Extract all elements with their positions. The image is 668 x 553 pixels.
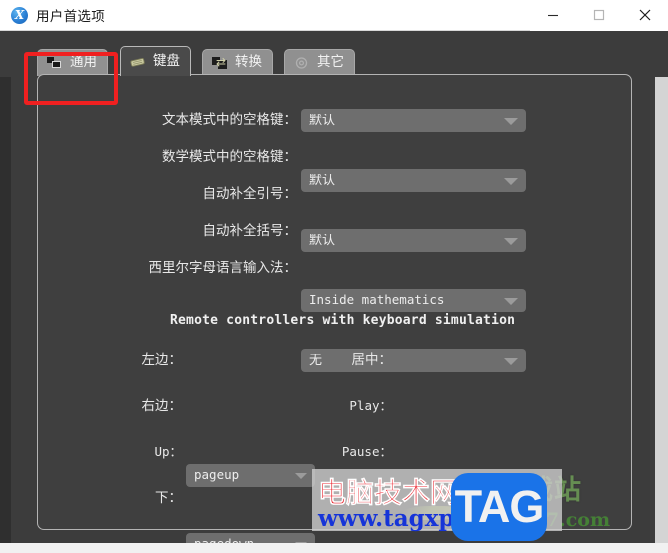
tab-general[interactable]: 通用 [37, 49, 108, 76]
combo-left-key[interactable]: pageup [186, 464, 315, 487]
label-left-key: 左边： [141, 351, 183, 368]
settings-form: 文本模式中的空格键： 默认 数学模式中的空格键： 默认 自动补全引号： 默认 自… [38, 75, 633, 553]
row-up-key: Up： [100, 441, 182, 464]
row-play-key: Play： [306, 395, 392, 418]
row-auto-close-brackets: 自动补全括号： [38, 220, 298, 243]
combo-text-mode-space[interactable]: 默认 [301, 109, 526, 132]
label-cyrillic-input: 西里尔字母语言输入法： [148, 259, 298, 276]
tab-bar: 通用 键盘 ⇄ 转换 其它 [0, 31, 668, 77]
chevron-down-icon [504, 117, 518, 125]
gear-icon [294, 56, 310, 70]
convert-icon: ⇄ [212, 56, 228, 70]
label-center-key: 居中： [351, 351, 393, 368]
right-edge-strip [655, 31, 668, 553]
window-title: 用户首选项 [36, 9, 105, 25]
display-icon [47, 56, 63, 70]
keyboard-settings-panel: 文本模式中的空格键： 默认 数学模式中的空格键： 默认 自动补全引号： 默认 自… [37, 74, 633, 553]
bottom-edge-strip [0, 543, 668, 553]
combo-auto-close-quotes[interactable]: 默认 [301, 229, 526, 252]
label-auto-close-quotes: 自动补全引号： [202, 185, 298, 202]
chevron-down-icon [504, 237, 518, 245]
chevron-down-icon [504, 177, 518, 185]
chi-logo-glyph: X [14, 7, 25, 22]
close-button[interactable] [622, 0, 668, 31]
row-pause-key: Pause： [306, 441, 392, 464]
label-play-key: Play： [349, 398, 392, 414]
chi-logo-icon: X [11, 6, 28, 24]
tab-convert-label: 转换 [235, 54, 262, 71]
tab-other[interactable]: 其它 [284, 49, 355, 76]
combo-math-mode-space[interactable]: 默认 [301, 169, 526, 192]
row-down-key: 下： [100, 487, 182, 510]
label-right-key: 右边： [141, 397, 183, 414]
window-controls [530, 0, 668, 31]
tab-keyboard[interactable]: 键盘 [120, 46, 191, 76]
label-math-mode-space: 数学模式中的空格键： [162, 148, 297, 165]
row-cyrillic-input: 西里尔字母语言输入法： [38, 257, 298, 280]
label-down-key: 下： [155, 489, 182, 506]
maximize-button[interactable] [576, 0, 622, 31]
row-right-key: 右边： [100, 395, 183, 418]
left-edge-strip [0, 31, 11, 553]
label-pause-key: Pause： [341, 444, 392, 460]
row-text-mode-space: 文本模式中的空格键： [38, 109, 297, 132]
tab-keyboard-label: 键盘 [153, 52, 180, 69]
combo-auto-close-brackets[interactable]: Inside mathematics [301, 289, 526, 312]
label-text-mode-space: 文本模式中的空格键： [162, 111, 297, 128]
combo-text-mode-space-value: 默认 [309, 114, 336, 127]
chevron-down-icon [504, 297, 518, 305]
preferences-window: X 用户首选项 通用 键盘 ⇄ 转换 其它 文本模式中的空格键： 默认 数学模式… [0, 0, 668, 553]
combo-left-key-value: pageup [194, 469, 240, 482]
row-math-mode-space: 数学模式中的空格键： [38, 146, 297, 169]
combo-math-mode-space-value: 默认 [309, 174, 336, 187]
chevron-down-icon [295, 472, 307, 479]
combo-auto-close-brackets-value: Inside mathematics [309, 294, 445, 307]
row-left-key: 左边： [100, 349, 183, 372]
label-auto-close-brackets: 自动补全括号： [202, 222, 298, 239]
chevron-down-icon [504, 357, 518, 365]
keyboard-icon [130, 55, 146, 69]
section-heading-remote-controllers: Remote controllers with keyboard simulat… [170, 313, 516, 328]
tab-other-label: 其它 [317, 54, 344, 71]
tab-general-label: 通用 [70, 54, 97, 71]
titlebar: X 用户首选项 [0, 0, 668, 31]
row-center-key: 居中： [306, 349, 393, 372]
combo-auto-close-quotes-value: 默认 [309, 234, 336, 247]
row-auto-close-quotes: 自动补全引号： [38, 183, 298, 206]
tab-convert[interactable]: ⇄ 转换 [202, 49, 273, 76]
minimize-button[interactable] [530, 0, 576, 31]
label-up-key: Up： [154, 444, 182, 460]
